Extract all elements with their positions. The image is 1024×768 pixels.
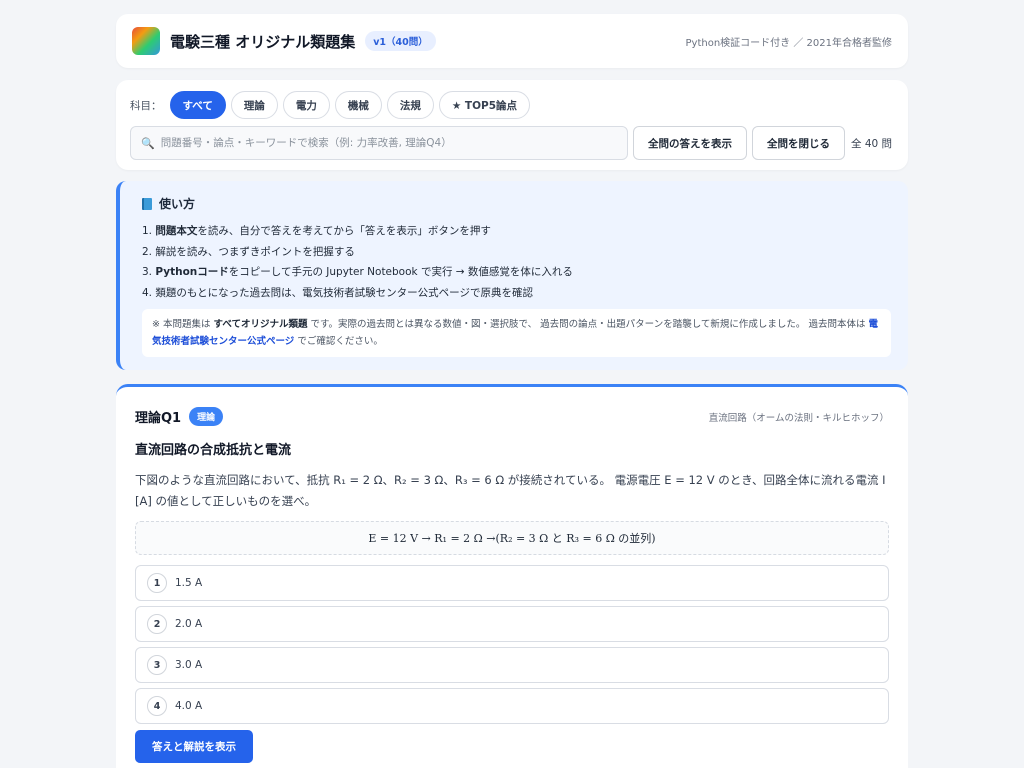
howto-step: 3. Pythonコードをコピーして手元の Jupyter Notebook で… [142,266,573,278]
app-header: 電験三種 オリジナル類題集 v1（40問） Python検証コード付き ／ 20… [116,14,908,68]
choice-option[interactable]: 4 4.0 A [135,688,889,724]
subject-badge: 理論 [189,407,224,426]
search-box[interactable]: 🔍 [130,126,628,160]
question-id: 理論Q1 [135,411,182,426]
howto-heading: 使い方 [142,195,890,212]
book-icon [142,197,152,210]
show-all-answers-button[interactable]: 全問の答えを表示 [633,126,747,160]
choice-option[interactable]: 3 3.0 A [135,647,889,683]
app-title: 電験三種 オリジナル類題集 [170,32,356,51]
search-row: 🔍 全問の答えを表示 全問を閉じる 全 40 問 [130,126,894,160]
chip-power[interactable]: 電力 [282,91,330,119]
howto-step: 4. 類題のもとになった過去問は、電気技術者試験センター公式ページで原典を確認 [142,286,533,299]
choice-text: 2.0 A [175,618,203,630]
choice-text: 4.0 A [175,700,203,712]
choice-option[interactable]: 1 1.5 A [135,565,889,601]
subject-chip-row: 科目： すべて 理論 電力 機械 法規 ★ TOP5論点 [130,90,894,120]
howto-panel: 使い方 1. 問題本文を読み、自分で答えを考えてから「答えを表示」ボタンを押す … [116,181,908,370]
question-topic: 直流回路（オームの法則・キルヒホッフ） [708,412,889,424]
chip-law[interactable]: 法規 [386,91,434,119]
circuit-formula: E = 12 V → R₁ = 2 Ω →(R₂ = 3 Ω と R₃ = 6 … [135,521,889,555]
original-notice: ※ 本問題集は すべてオリジナル類題 です。実際の過去問とは異なる数値・図・選択… [142,309,891,357]
question-card: 理論Q1 理論 直流回路（オームの法則・キルヒホッフ） 直流回路の合成抵抗と電流… [116,384,908,768]
search-input[interactable] [160,137,617,149]
show-answer-button[interactable]: 答えと解説を表示 [135,730,253,763]
total-count: 全 40 問 [851,137,893,150]
choice-text: 3.0 A [175,659,203,671]
version-badge: v1（40問） [365,31,436,51]
chip-all[interactable]: すべて [169,91,226,119]
chip-machinery[interactable]: 機械 [334,91,382,119]
choice-number: 1 [147,573,167,593]
choice-option[interactable]: 2 2.0 A [135,606,889,642]
question-header: 理論Q1 理論 直流回路（オームの法則・キルヒホッフ） [135,407,889,426]
subject-label: 科目： [130,99,162,112]
choice-text: 1.5 A [175,577,203,589]
chip-top5[interactable]: ★ TOP5論点 [438,91,531,119]
howto-title: 使い方 [159,197,196,211]
choice-number: 3 [147,655,167,675]
search-icon: 🔍 [141,136,155,150]
howto-step: 1. 問題本文を読み、自分で答えを考えてから「答えを表示」ボタンを押す [142,225,491,237]
close-all-button[interactable]: 全問を閉じる [752,126,845,160]
filter-panel: 科目： すべて 理論 電力 機械 法規 ★ TOP5論点 🔍 全問の答えを表示 … [116,80,908,170]
question-body: 下図のような直流回路において、抵抗 R₁ = 2 Ω、R₂ = 3 Ω、R₃ =… [135,473,886,508]
howto-step: 2. 解説を読み、つまずきポイントを把握する [142,245,355,258]
choice-list: 1 1.5 A 2 2.0 A 3 3.0 A 4 4.0 A [135,565,889,724]
header-note: Python検証コード付き ／ 2021年合格者監修 [685,37,892,49]
question-title: 直流回路の合成抵抗と電流 [135,443,292,458]
chip-theory[interactable]: 理論 [230,91,278,119]
app-logo [132,27,160,55]
choice-number: 2 [147,614,167,634]
howto-steps: 1. 問題本文を読み、自分で答えを考えてから「答えを表示」ボタンを押す 2. 解… [142,221,890,303]
choice-number: 4 [147,696,167,716]
